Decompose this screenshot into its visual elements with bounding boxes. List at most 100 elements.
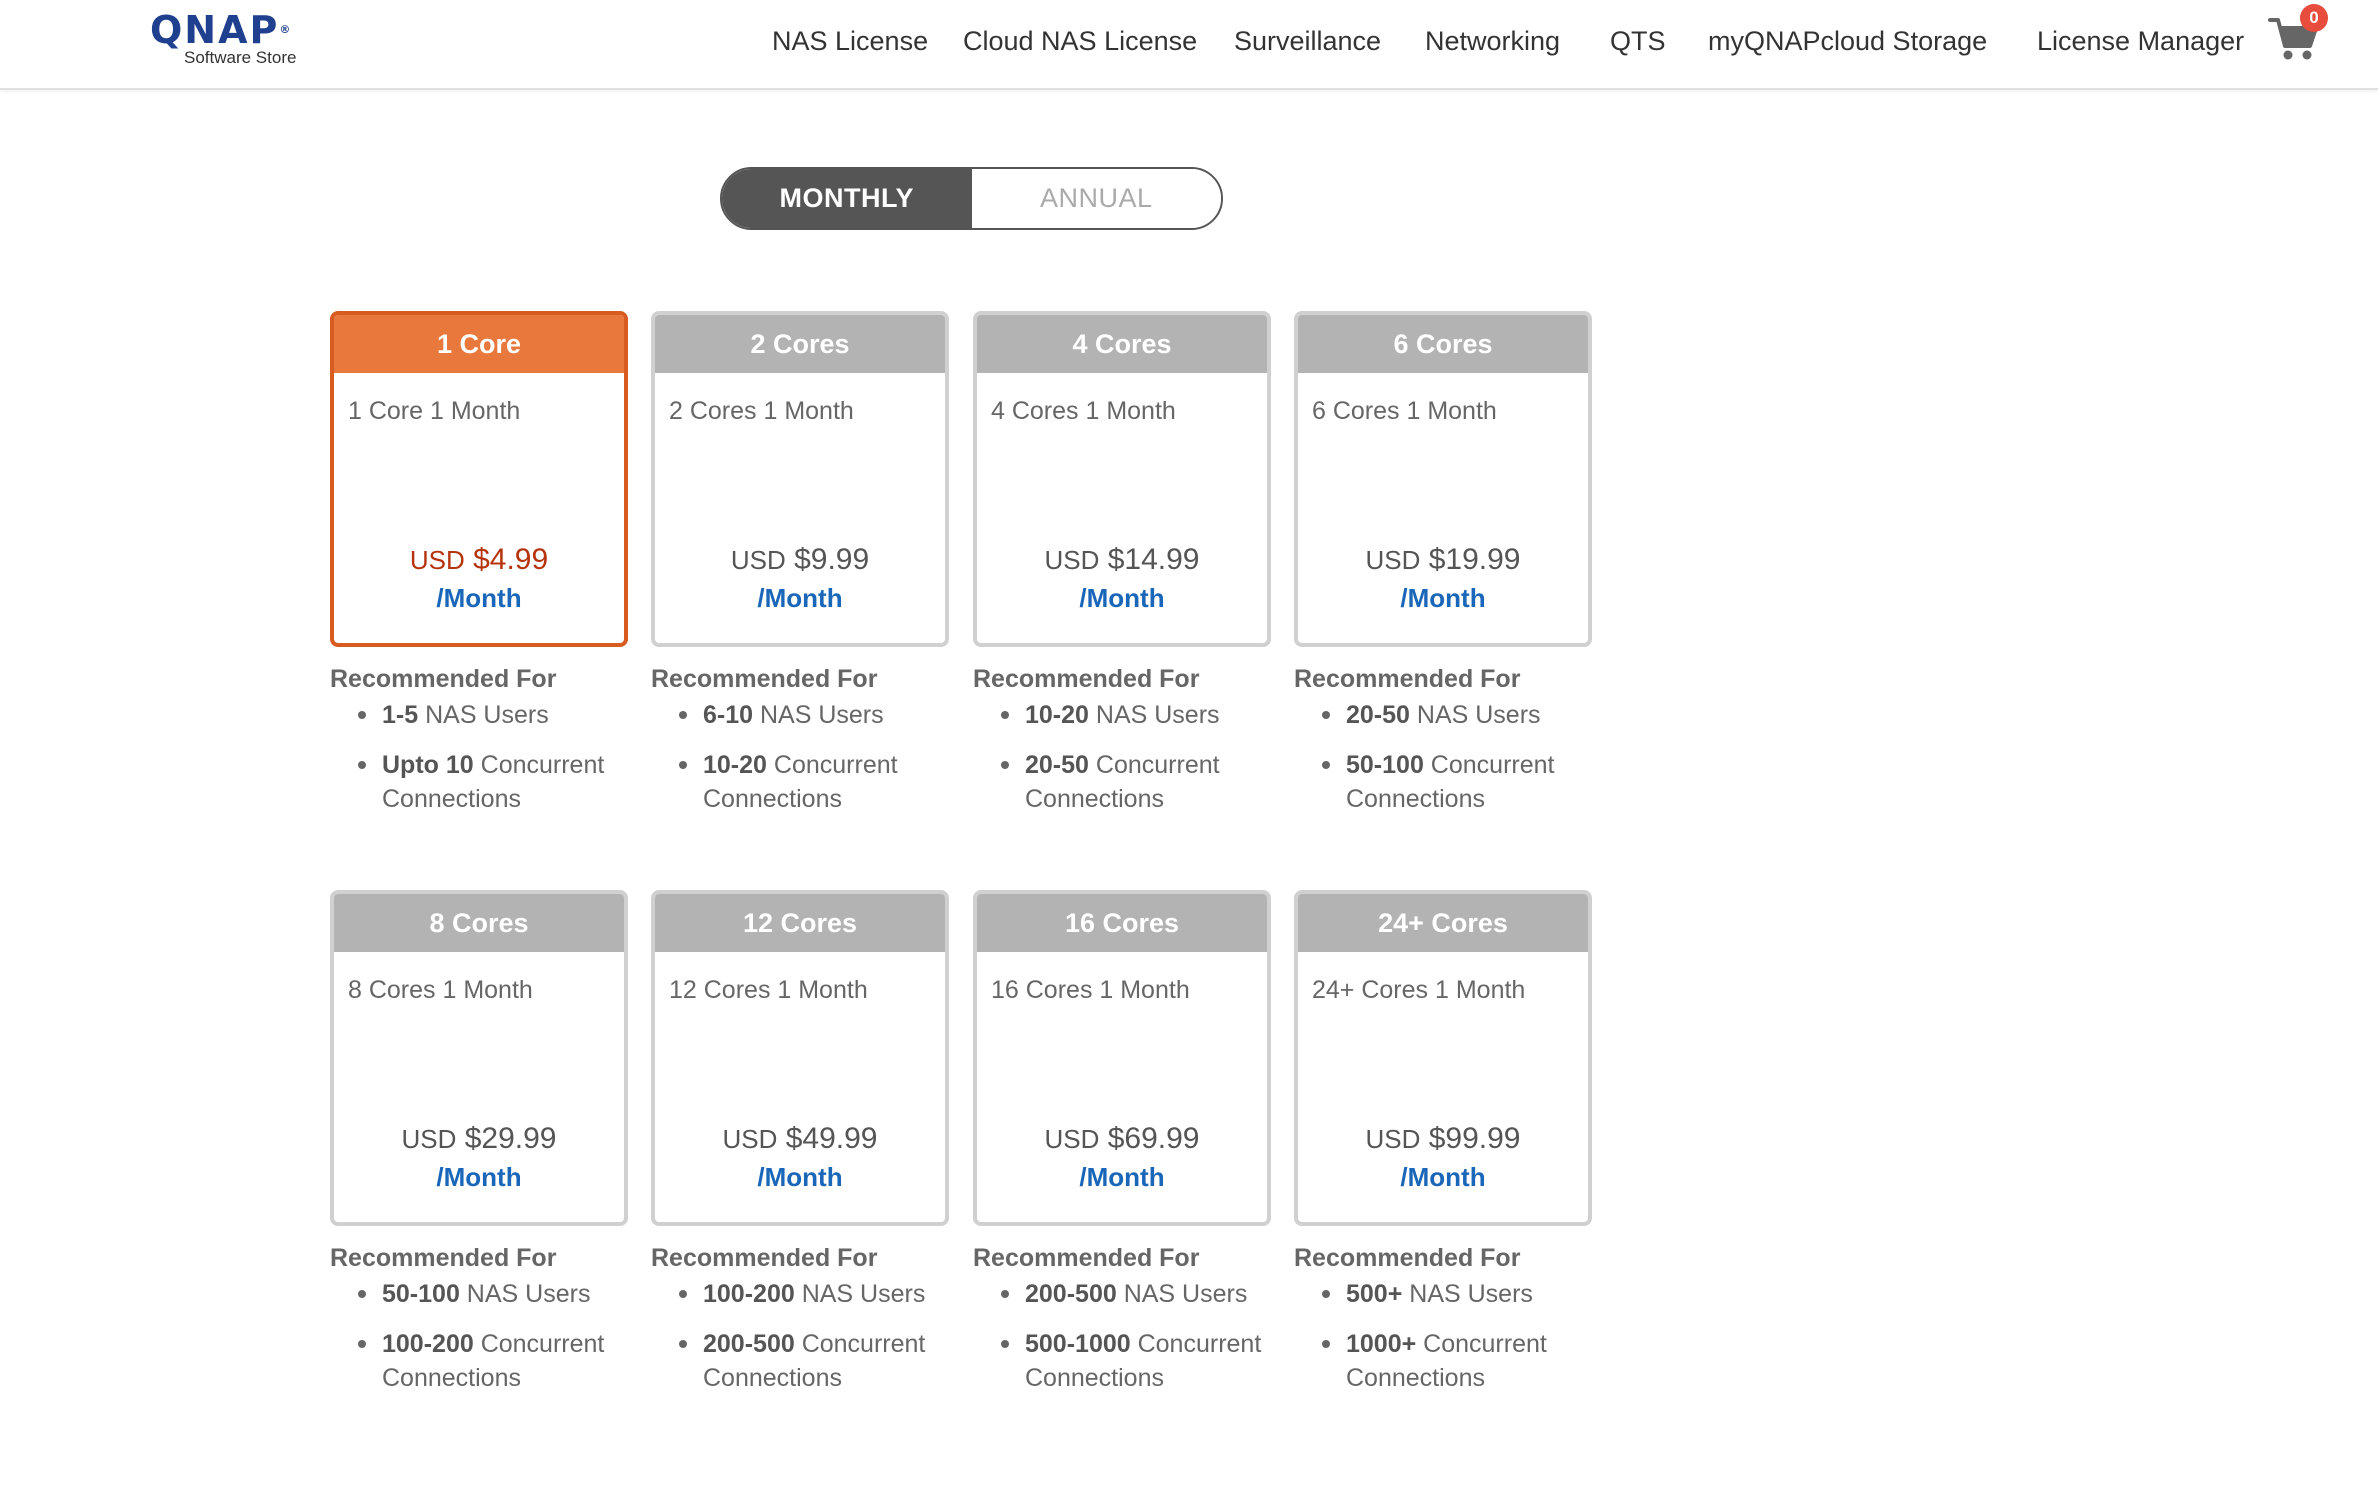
price-amount: $19.99 [1428,543,1521,576]
connections-range: 500-1000 [1025,1330,1131,1358]
users-label: NAS Users [1409,701,1541,729]
price-currency: USD [409,545,465,575]
plan-card[interactable]: 16 Cores 16 Cores 1 Month USD $69.99 /Mo… [973,890,1271,1226]
recommended-for-heading: Recommended For [651,1244,878,1272]
recommendation-list: 10-20 NAS Users 20-50 Concurrent Connect… [973,698,1271,816]
plan-description: 24+ Cores 1 Month [1312,976,1526,1004]
recommended-for-heading: Recommended For [973,665,1200,693]
plan-description: 1 Core 1 Month [348,397,521,425]
connections-item: Upto 10 Concurrent Connections [330,748,628,816]
plan-description: 6 Cores 1 Month [1312,397,1497,425]
recommendation: Recommended For 50-100 NAS Users 100-200… [330,1244,628,1395]
plan-description: 2 Cores 1 Month [669,397,854,425]
plan-option-3: 4 Cores 4 Cores 1 Month USD $14.99 /Mont… [973,311,1271,832]
plan-price: USD $14.99 [977,543,1267,577]
qnap-logo[interactable]: QNAP® Software Store [150,10,320,70]
plan-title: 4 Cores [977,315,1267,373]
price-currency: USD [1044,1124,1100,1154]
connections-range: 200-500 [703,1330,795,1358]
price-currency: USD [401,1124,457,1154]
plan-description: 8 Cores 1 Month [348,976,533,1004]
plan-option-5: 8 Cores 8 Cores 1 Month USD $29.99 /Mont… [330,890,628,1411]
price-amount: $99.99 [1428,1122,1521,1155]
plan-title: 8 Cores [334,894,624,952]
plan-option-2: 2 Cores 2 Cores 1 Month USD $9.99 /Month… [651,311,949,832]
plan-period: /Month [1079,1162,1165,1192]
recommendation-list: 1-5 NAS Users Upto 10 Concurrent Connect… [330,698,628,816]
users-item: 200-500 NAS Users [973,1277,1271,1311]
plan-period: /Month [436,583,522,613]
users-label: NAS Users [794,1280,926,1308]
connections-range: 1000+ [1346,1330,1417,1358]
recommended-for-heading: Recommended For [651,665,878,693]
recommendation: Recommended For 10-20 NAS Users 20-50 Co… [973,665,1271,816]
connections-item: 500-1000 Concurrent Connections [973,1327,1271,1395]
recommended-for-heading: Recommended For [973,1244,1200,1272]
plan-title: 6 Cores [1298,315,1588,373]
nav-license-manager[interactable]: License Manager [2037,26,2244,57]
plan-card[interactable]: 2 Cores 2 Cores 1 Month USD $9.99 /Month [651,311,949,647]
price-amount: $9.99 [794,543,870,576]
connections-item: 50-100 Concurrent Connections [1294,748,1592,816]
recommendation: Recommended For 500+ NAS Users 1000+ Con… [1294,1244,1592,1395]
users-item: 500+ NAS Users [1294,1277,1592,1311]
users-item: 100-200 NAS Users [651,1277,949,1311]
price-amount: $29.99 [464,1122,557,1155]
annual-toggle-button[interactable]: ANNUAL [971,169,1221,228]
plan-description: 16 Cores 1 Month [991,976,1190,1004]
recommendation: Recommended For 6-10 NAS Users 10-20 Con… [651,665,949,816]
plan-title: 12 Cores [655,894,945,952]
nav-myqnapcloud-storage[interactable]: myQNAPcloud Storage [1708,26,1987,57]
users-range: 1-5 [382,701,419,729]
users-item: 1-5 NAS Users [330,698,628,732]
plan-card[interactable]: 4 Cores 4 Cores 1 Month USD $14.99 /Mont… [973,311,1271,647]
plan-description: 4 Cores 1 Month [991,397,1176,425]
nav-networking[interactable]: Networking [1425,26,1560,57]
plan-price: USD $69.99 [977,1122,1267,1156]
connections-range: 10-20 [703,751,767,779]
connections-range: 20-50 [1025,751,1089,779]
users-item: 10-20 NAS Users [973,698,1271,732]
price-currency: USD [722,1124,778,1154]
recommendation: Recommended For 200-500 NAS Users 500-10… [973,1244,1271,1395]
nav-surveillance[interactable]: Surveillance [1234,26,1381,57]
nav-qts[interactable]: QTS [1610,26,1666,57]
nav-cloud-nas-license[interactable]: Cloud NAS License [963,26,1197,57]
plan-period: /Month [1400,1162,1486,1192]
users-range: 100-200 [703,1280,795,1308]
cart-count-badge: 0 [2300,4,2328,32]
plan-period: /Month [757,583,843,613]
users-label: NAS Users [1116,1280,1248,1308]
price-currency: USD [1365,545,1421,575]
plan-price: USD $9.99 [655,543,945,577]
plan-period: /Month [1400,583,1486,613]
plan-period: /Month [1079,583,1165,613]
price-currency: USD [1365,1124,1421,1154]
recommendation-list: 200-500 NAS Users 500-1000 Concurrent Co… [973,1277,1271,1395]
plan-period: /Month [436,1162,522,1192]
connections-range: Upto 10 [382,751,474,779]
monthly-toggle-button[interactable]: MONTHLY [722,169,972,228]
recommended-for-heading: Recommended For [330,1244,557,1272]
plan-price: USD $49.99 [655,1122,945,1156]
nav-nas-license[interactable]: NAS License [772,26,928,57]
plan-price: USD $99.99 [1298,1122,1588,1156]
connections-range: 50-100 [1346,751,1424,779]
plan-title: 1 Core [334,315,624,373]
users-label: NAS Users [418,701,549,729]
plan-period: /Month [757,1162,843,1192]
connections-item: 1000+ Concurrent Connections [1294,1327,1592,1395]
users-range: 200-500 [1025,1280,1117,1308]
plan-card[interactable]: 1 Core 1 Core 1 Month USD $4.99 /Month [330,311,628,647]
recommendation-list: 500+ NAS Users 1000+ Concurrent Connecti… [1294,1277,1592,1395]
plan-card[interactable]: 8 Cores 8 Cores 1 Month USD $29.99 /Mont… [330,890,628,1226]
users-range: 20-50 [1346,701,1410,729]
plan-card[interactable]: 12 Cores 12 Cores 1 Month USD $49.99 /Mo… [651,890,949,1226]
plan-price: USD $4.99 [334,543,624,577]
plan-option-1: 1 Core 1 Core 1 Month USD $4.99 /Month R… [330,311,628,832]
price-amount: $4.99 [473,543,549,576]
users-range: 500+ [1346,1280,1403,1308]
plan-card[interactable]: 24+ Cores 24+ Cores 1 Month USD $99.99 /… [1294,890,1592,1226]
plan-card[interactable]: 6 Cores 6 Cores 1 Month USD $19.99 /Mont… [1294,311,1592,647]
users-label: NAS Users [1402,1280,1533,1308]
